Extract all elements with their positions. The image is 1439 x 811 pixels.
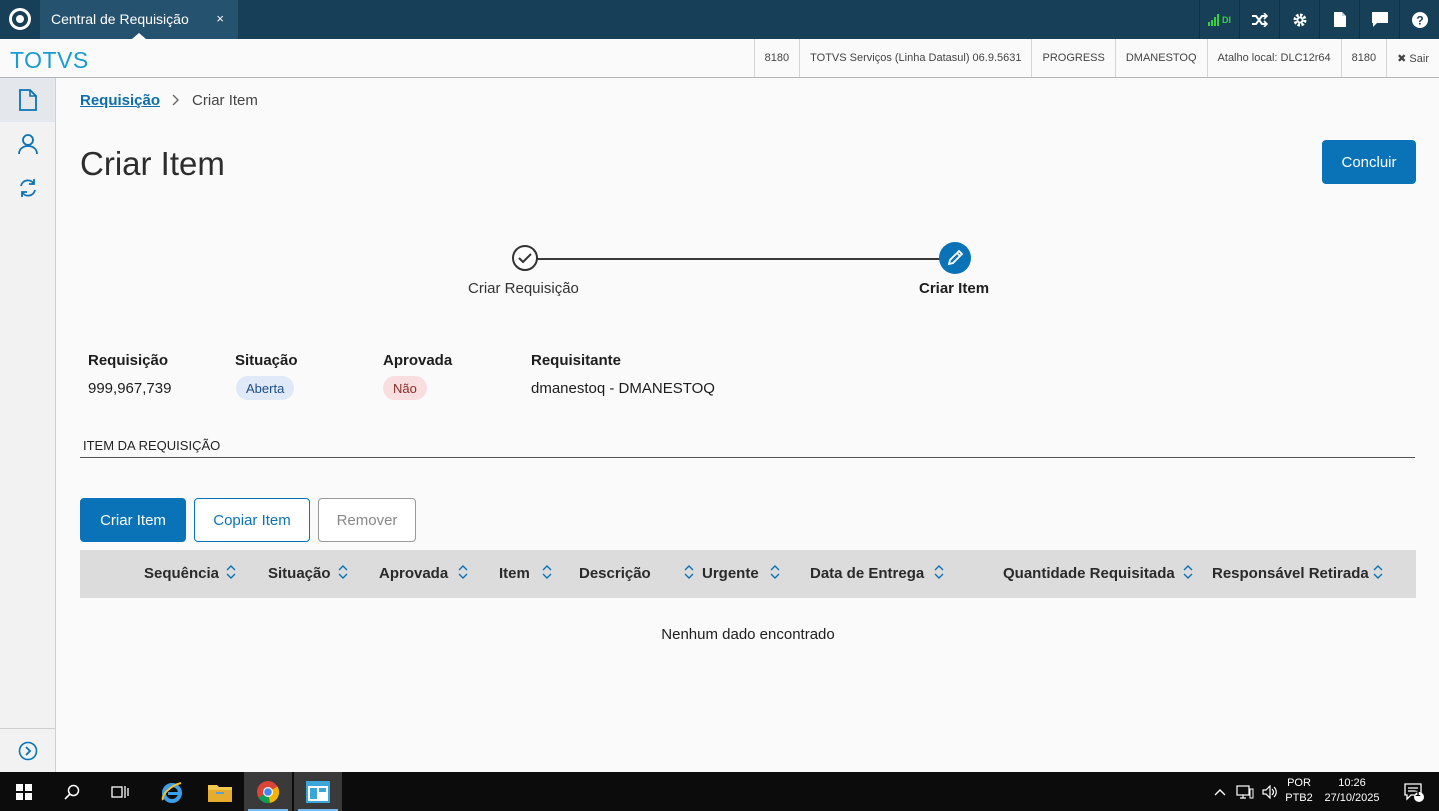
- info-port-2: 8180: [1340, 39, 1386, 77]
- column-header-responsavel[interactable]: Responsável Retirada: [1212, 565, 1369, 582]
- top-bar: Central de Requisição × DI ?: [0, 0, 1439, 39]
- remover-button[interactable]: Remover: [318, 498, 416, 542]
- sort-icon[interactable]: [684, 564, 694, 580]
- totvs-logo-icon[interactable]: [9, 8, 31, 30]
- breadcrumb-requisicao-link[interactable]: Requisição: [80, 92, 160, 109]
- column-header-sequencia[interactable]: Sequência: [144, 565, 219, 582]
- aprovada-label: Aprovada: [383, 352, 453, 369]
- column-header-item[interactable]: Item: [499, 565, 530, 582]
- internet-explorer-icon[interactable]: [148, 772, 196, 811]
- clock-date: 27/10/2025: [1324, 792, 1380, 804]
- sort-icon[interactable]: [338, 564, 348, 580]
- document-icon[interactable]: [1319, 0, 1359, 39]
- column-header-quantidade[interactable]: Quantidade Requisitada: [1003, 565, 1175, 582]
- brand-title: TOTVS: [10, 47, 89, 73]
- sort-icon[interactable]: [1373, 564, 1383, 580]
- column-header-descricao[interactable]: Descrição: [579, 565, 651, 582]
- file-explorer-icon[interactable]: [196, 772, 244, 811]
- task-view-icon[interactable]: [96, 772, 144, 811]
- notification-count: 1: [1415, 788, 1421, 799]
- sidebar-item-refresh[interactable]: [0, 166, 55, 210]
- network-icon[interactable]: [1232, 772, 1258, 811]
- step-edit-icon: [939, 242, 971, 274]
- situacao-badge: Aberta: [236, 376, 295, 400]
- system-info: 8180 TOTVS Serviços (Linha Datasul) 06.9…: [753, 39, 1439, 77]
- column-header-situacao[interactable]: Situação: [268, 565, 331, 582]
- tray-chevron-up-icon[interactable]: [1208, 772, 1232, 811]
- app-window-icon[interactable]: [294, 772, 342, 811]
- windows-taskbar: POR PTB2 10:26 27/10/2025 1: [0, 772, 1439, 811]
- search-icon[interactable]: [48, 772, 96, 811]
- tab-title: Central de Requisição: [51, 11, 189, 27]
- step-label-criar-requisicao: Criar Requisição: [468, 280, 579, 297]
- sort-icon[interactable]: [542, 564, 552, 580]
- requisitante-label: Requisitante: [531, 352, 622, 369]
- clock-time: 10:26: [1338, 777, 1366, 789]
- sort-icon[interactable]: [226, 564, 236, 580]
- refresh-icon: [19, 179, 36, 197]
- volume-icon[interactable]: [1258, 772, 1282, 811]
- clock[interactable]: 10:26 27/10/2025: [1318, 776, 1386, 806]
- logout-button[interactable]: ✖ Sair: [1386, 39, 1439, 77]
- sidebar-item-documents[interactable]: [0, 78, 55, 122]
- tab-close-button[interactable]: ×: [216, 11, 224, 26]
- chrome-icon[interactable]: [244, 772, 292, 811]
- signal-label: DI: [1222, 14, 1231, 25]
- section-divider: [80, 457, 1415, 458]
- empty-message: Nenhum dado encontrado: [661, 626, 835, 643]
- info-user: DMANESTOQ: [1114, 39, 1207, 77]
- column-header-data-entrega[interactable]: Data de Entrega: [810, 565, 924, 582]
- breadcrumb-separator-icon: [172, 93, 180, 109]
- shuffle-icon[interactable]: [1239, 0, 1279, 39]
- keyboard-layout: PTB2: [1285, 792, 1313, 804]
- table-header: Sequência Situação Aprovada Item Descriç…: [80, 550, 1416, 598]
- top-icons: DI ?: [1199, 0, 1439, 39]
- tab-central-requisicao[interactable]: Central de Requisição ×: [40, 0, 238, 39]
- chevron-right-circle-icon: [18, 741, 37, 760]
- windows-start-icon[interactable]: [0, 772, 48, 811]
- stepper-line: [537, 258, 941, 260]
- sort-icon[interactable]: [770, 564, 780, 580]
- sidebar-expand-button[interactable]: [0, 728, 55, 772]
- info-product: TOTVS Serviços (Linha Datasul) 06.9.5631: [799, 39, 1031, 77]
- language-code: POR: [1287, 777, 1311, 789]
- notifications-icon[interactable]: 1: [1394, 772, 1434, 811]
- sort-icon[interactable]: [458, 564, 468, 580]
- breadcrumb: Requisição Criar Item: [80, 92, 258, 109]
- input-language[interactable]: POR PTB2: [1282, 776, 1316, 806]
- system-header: TOTVS 8180 TOTVS Serviços (Linha Datasul…: [0, 39, 1439, 78]
- connection-signal-icon[interactable]: DI: [1199, 0, 1239, 39]
- help-icon[interactable]: ?: [1399, 0, 1439, 39]
- requisitante-value: dmanestoq - DMANESTOQ: [531, 380, 715, 397]
- sidebar-item-user[interactable]: [0, 122, 55, 166]
- concluir-button[interactable]: Concluir: [1322, 140, 1416, 184]
- criar-item-button[interactable]: Criar Item: [80, 498, 186, 542]
- copiar-item-button[interactable]: Copiar Item: [194, 498, 310, 542]
- page-title: Criar Item: [80, 145, 225, 182]
- step-label-criar-item: Criar Item: [919, 280, 990, 297]
- sort-icon[interactable]: [1183, 564, 1193, 580]
- breadcrumb-current: Criar Item: [192, 92, 258, 109]
- aprovada-badge: Não: [383, 376, 427, 400]
- document-icon: [18, 89, 37, 111]
- requisicao-value: 999,967,739: [88, 380, 172, 397]
- requisicao-label: Requisição: [88, 352, 169, 369]
- info-shortcut: Atalho local: DLC12r64: [1206, 39, 1341, 77]
- info-database: PROGRESS: [1031, 39, 1114, 77]
- user-icon: [17, 134, 38, 154]
- info-port: 8180: [753, 39, 799, 77]
- sidebar: [0, 78, 56, 772]
- situacao-label: Situação: [235, 352, 298, 369]
- column-header-aprovada[interactable]: Aprovada: [379, 565, 448, 582]
- chat-icon[interactable]: [1359, 0, 1399, 39]
- sort-icon[interactable]: [934, 564, 944, 580]
- section-title: ITEM DA REQUISIÇÃO: [83, 438, 221, 453]
- svg-text:?: ?: [1416, 13, 1423, 27]
- gear-icon[interactable]: [1279, 0, 1319, 39]
- column-header-urgente[interactable]: Urgente: [702, 565, 759, 582]
- step-done-icon: [512, 245, 538, 271]
